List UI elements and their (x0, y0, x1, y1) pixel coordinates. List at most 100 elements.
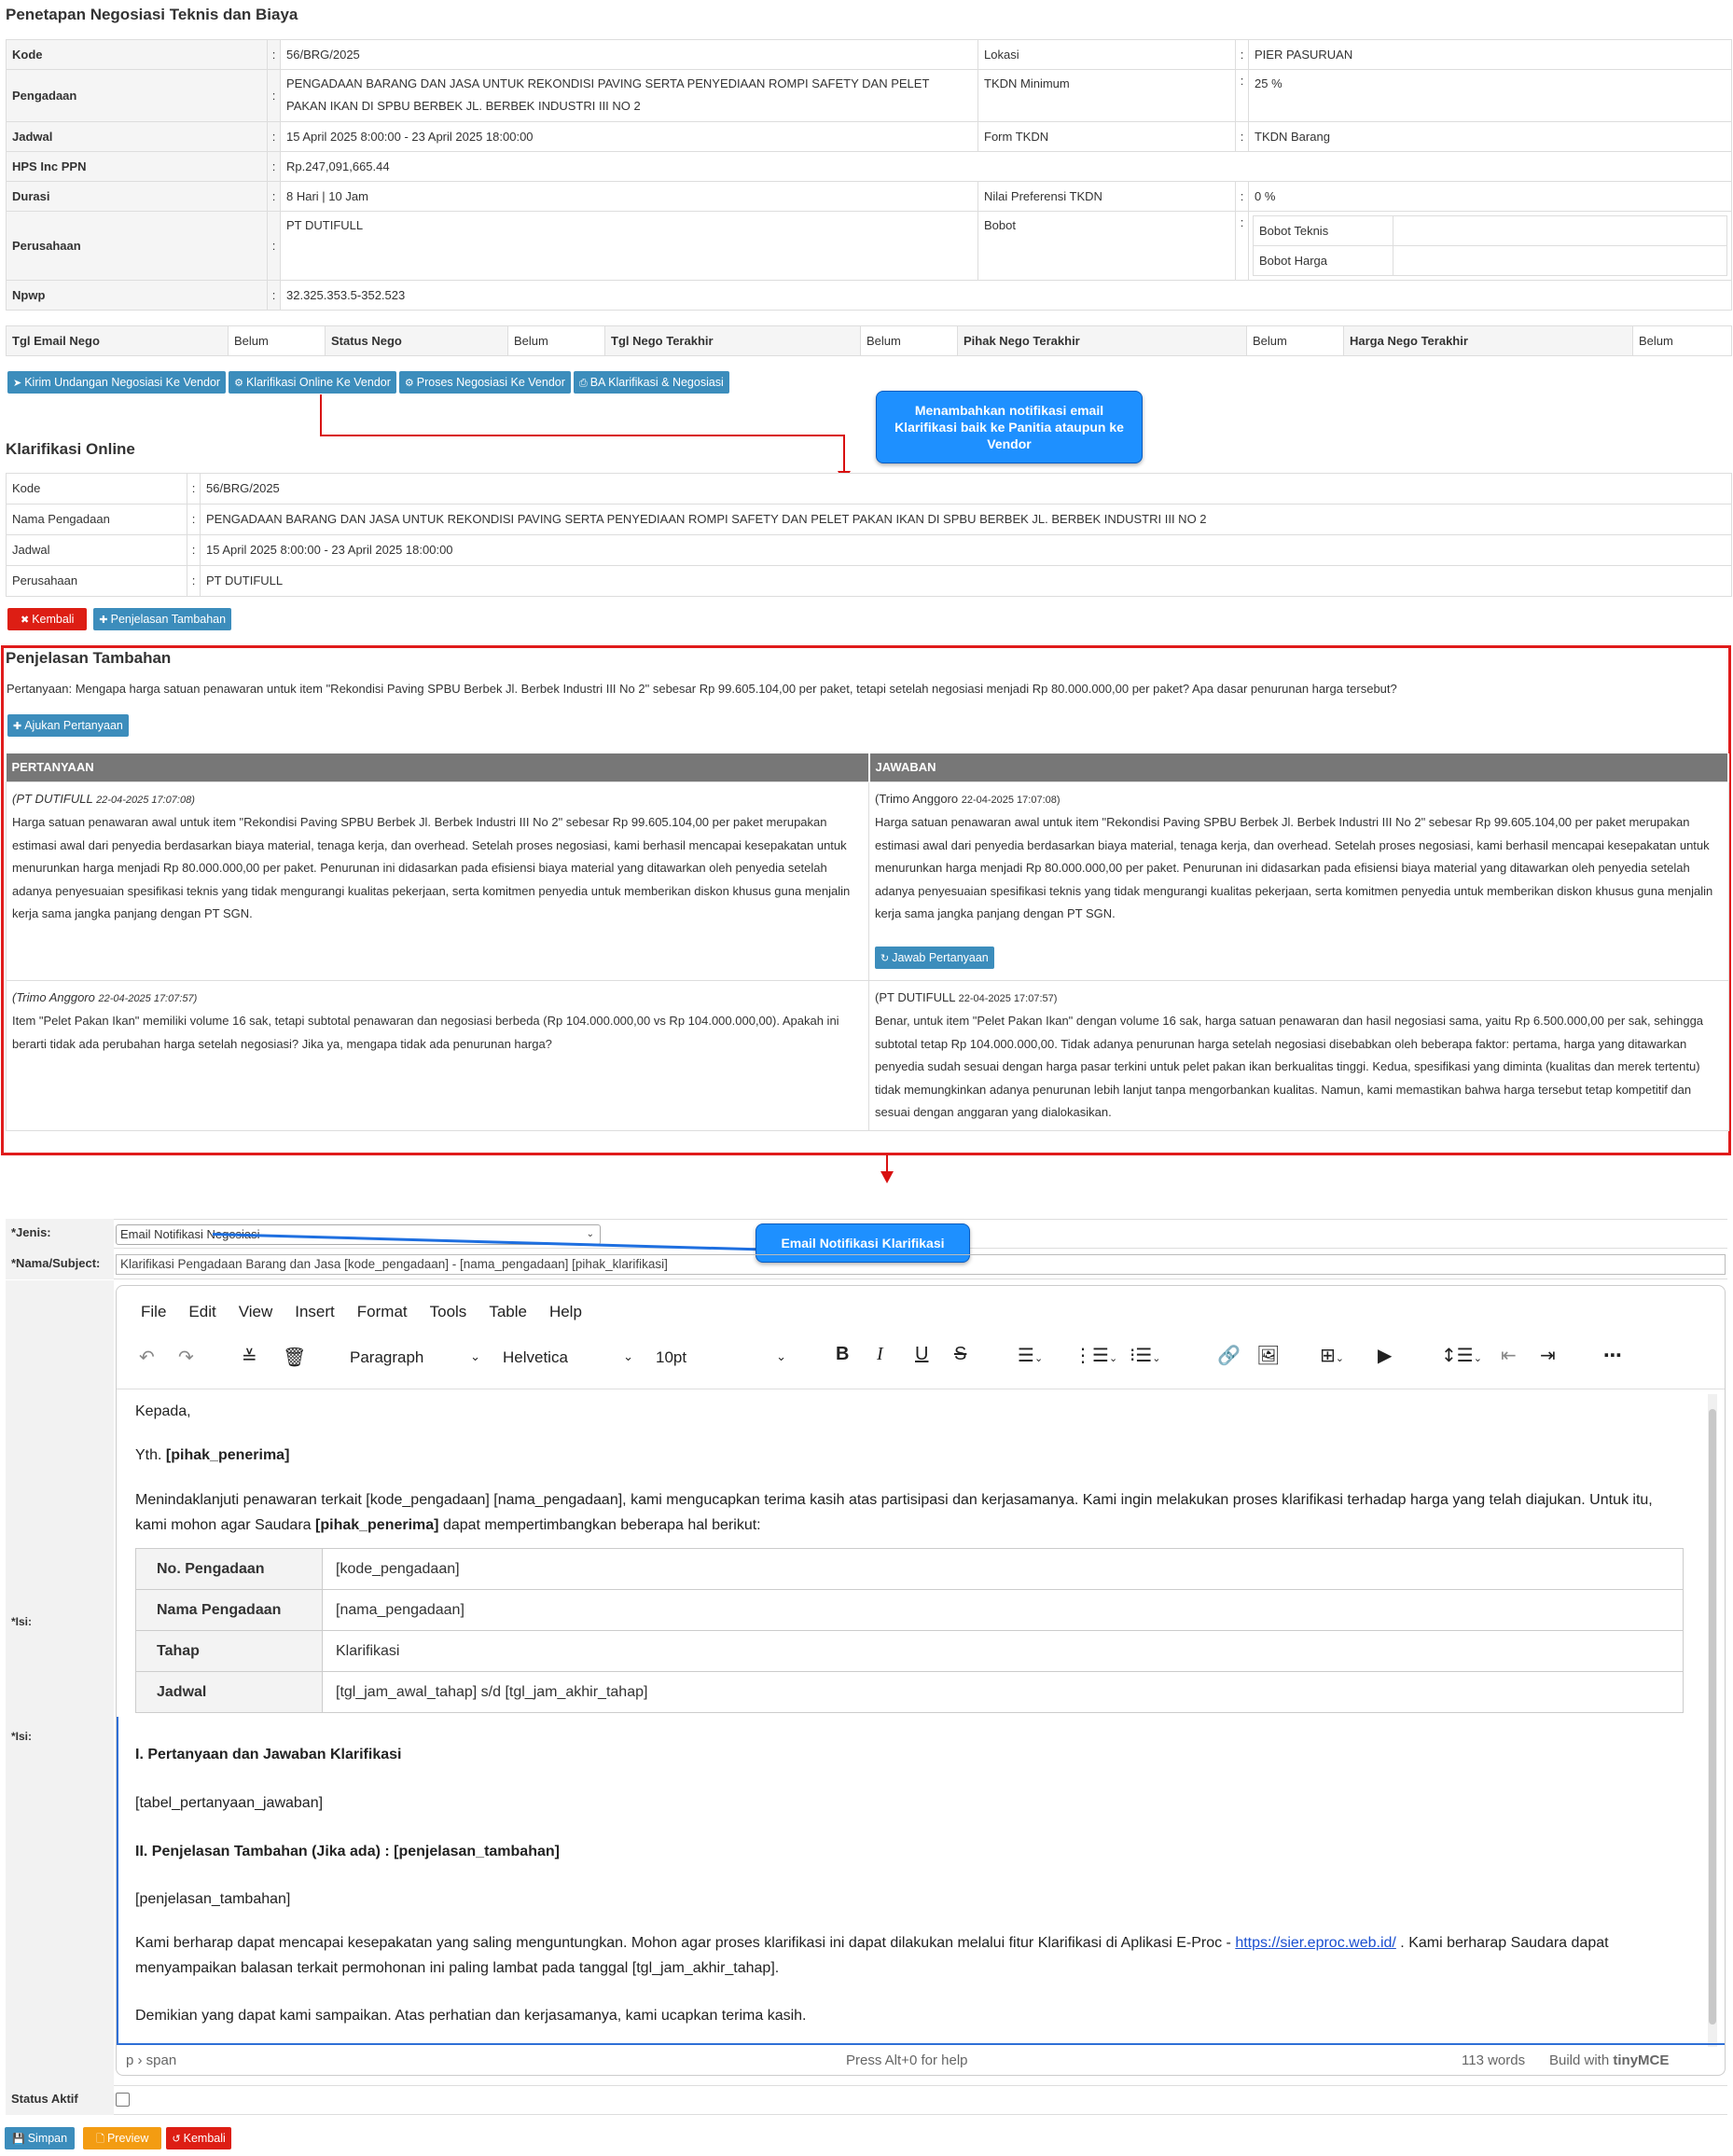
word-count: 113 words (1462, 2052, 1526, 2068)
editor-help-hint: Press Alt+0 for help (846, 2052, 968, 2068)
page-title: Penetapan Negosiasi Teknis dan Biaya (6, 6, 298, 23)
npwp-label: Npwp (6, 280, 268, 311)
outdent-icon[interactable]: ⇤ (1501, 1344, 1517, 1366)
chevron-down-icon: ⌄ (586, 1229, 594, 1239)
perusahaan-value: PT DUTIFULL (280, 211, 978, 281)
ba-klarifikasi-button[interactable]: ⎙ BA Klarifikasi & Negosiasi (573, 371, 729, 394)
bobot-label: Bobot (977, 211, 1236, 281)
kirim-undangan-button[interactable]: ➤ Kirim Undangan Negosiasi Ke Vendor (7, 371, 227, 394)
table-row: (Trimo Anggoro 22-04-2025 17:07:57) Item … (6, 979, 1729, 1131)
simpan-button[interactable]: 💾 Simpan (5, 2127, 76, 2149)
bold-icon[interactable]: B (836, 1344, 849, 1365)
penjelasan-section: Penjelasan Tambahan Pertanyaan: Mengapa … (1, 645, 1731, 1155)
italic-icon[interactable]: I (877, 1344, 883, 1365)
qa-table: PERTANYAAN JAWABAN (PT DUTIFULL 22-04-202… (6, 753, 1729, 1131)
penjelasan-title: Penjelasan Tambahan (6, 649, 172, 667)
line-height-icon[interactable]: ↕☰⌄ (1441, 1344, 1482, 1366)
media-icon[interactable]: ▶ (1378, 1344, 1392, 1366)
menu-tools[interactable]: Tools (430, 1303, 467, 1321)
menu-edit[interactable]: Edit (188, 1303, 215, 1321)
menu-view[interactable]: View (239, 1303, 273, 1321)
font-family-select[interactable]: Helvetica ⌄ (493, 1343, 641, 1373)
menu-help[interactable]: Help (549, 1303, 582, 1321)
lokasi-label: Lokasi (977, 39, 1236, 70)
font-size-select[interactable]: 10pt ⌄ (646, 1343, 794, 1373)
editor-menubar: File Edit View Insert Format Tools Table Help (141, 1303, 604, 1321)
lokasi-value: PIER PASURUAN (1248, 39, 1732, 70)
nilai-pref-label: Nilai Preferensi TKDN (977, 181, 1236, 212)
klarifikasi-table: Kode:56/BRG/2025 Nama Pengadaan: PENGADAA… (6, 473, 1732, 597)
tgl-email-nego-label: Tgl Email Nego (6, 325, 229, 356)
pertanyaan-text: Pertanyaan: Mengapa harga satuan penawar… (7, 682, 1397, 696)
col-pertanyaan: PERTANYAAN (6, 753, 870, 781)
action-buttons: ➤ Kirim Undangan Negosiasi Ke Vendor ⚙ Klar… (7, 371, 732, 394)
refresh-icon: ↻ (880, 951, 890, 964)
hps-label: HPS Inc PPN (6, 151, 268, 182)
kembali-button[interactable]: ✖ Kembali (7, 608, 88, 630)
undo-icon[interactable]: ↶ (139, 1346, 155, 1368)
npwp-value: 32.325.353.5-352.523 (280, 280, 1732, 311)
indent-icon[interactable]: ⇥ (1540, 1344, 1556, 1366)
pihak-nego-terakhir-value: Belum (1246, 325, 1344, 356)
chevron-down-icon: ⌄ (623, 1350, 633, 1364)
klarifikasi-online-button[interactable]: ⚙ Klarifikasi Online Ke Vendor (229, 371, 396, 394)
callout-email-notifikasi: Menambahkan notifikasi email Klarifikasi… (876, 391, 1143, 463)
kode-label: Kode (6, 39, 268, 70)
status-row: Tgl Email Nego Belum Status Nego Belum Tgl… (6, 325, 1732, 356)
build-with: Build with tinyMCE (1549, 2052, 1670, 2068)
trash-icon[interactable]: 🗑 (283, 1346, 306, 1368)
subject-input[interactable]: Klarifikasi Pengadaan Barang dan Jasa [k… (116, 1254, 1726, 1275)
save-icon: 💾 (12, 2133, 25, 2145)
form-tkdn-label: Form TKDN (977, 121, 1236, 152)
tinymce-logo: tinyMCE (1613, 2052, 1670, 2068)
close-icon: ✖ (21, 614, 30, 626)
redo-icon[interactable]: ↷ (178, 1346, 194, 1368)
form-kembali-button[interactable]: ↺ Kembali (166, 2127, 231, 2149)
editor-path: p › span (126, 2052, 177, 2068)
pengadaan-value: PENGADAAN BARANG DAN JASA UNTUK REKONDIS… (280, 69, 978, 122)
numbered-list-icon[interactable]: ⋮☰⌄ (1074, 1344, 1117, 1366)
image-icon[interactable]: 🖼 (1256, 1344, 1280, 1366)
chevron-down-icon: ⌄ (776, 1350, 786, 1364)
harga-nego-terakhir-label: Harga Nego Terakhir (1343, 325, 1633, 356)
menu-format[interactable]: Format (357, 1303, 408, 1321)
menu-file[interactable]: File (141, 1303, 166, 1321)
nilai-pref-value: 0 % (1248, 181, 1732, 212)
durasi-label: Durasi (6, 181, 268, 212)
underline-icon[interactable]: U (915, 1344, 928, 1365)
block-format-select[interactable]: Paragraph ⌄ (340, 1343, 488, 1373)
rich-text-editor: File Edit View Insert Format Tools Table Help ↶… (116, 1285, 1726, 2076)
jadwal-value: 15 April 2025 8:00:00 - 23 April 2025 18… (280, 121, 978, 152)
jawab-pertanyaan-button[interactable]: ↻ Jawab Pertanyaan (875, 946, 994, 969)
paper-plane-icon: ➤ (13, 377, 22, 389)
link-icon[interactable]: 🔗 (1217, 1344, 1241, 1366)
strikethrough-icon[interactable]: S (954, 1344, 966, 1365)
chevron-down-icon: ⌄ (470, 1350, 480, 1364)
pengadaan-label: Pengadaan (6, 69, 268, 122)
tgl-nego-terakhir-value: Belum (860, 325, 958, 356)
tgl-nego-terakhir-label: Tgl Nego Terakhir (604, 325, 861, 356)
plus-icon: ✚ (99, 614, 108, 626)
status-aktif-label: Status Aktif (6, 2085, 114, 2115)
align-icon[interactable]: ☰⌄ (1018, 1344, 1043, 1366)
harga-nego-terakhir-value: Belum (1632, 325, 1732, 356)
format-painter-icon[interactable]: ≚ (242, 1346, 257, 1368)
isi-label-2: *Isi: (11, 1730, 33, 1743)
table-icon[interactable]: ⊞⌄ (1320, 1344, 1344, 1366)
plus-icon: ✚ (13, 720, 22, 732)
penjelasan-tambahan-button[interactable]: ✚ Penjelasan Tambahan (93, 608, 232, 630)
menu-table[interactable]: Table (489, 1303, 527, 1321)
subject-label: *Nama/Subject: (6, 1250, 114, 1279)
klarifikasi-title: Klarifikasi Online (6, 440, 135, 458)
back-icon: ↺ (172, 2133, 181, 2145)
menu-insert[interactable]: Insert (295, 1303, 335, 1321)
tkdn-min-label: TKDN Minimum (977, 69, 1236, 122)
status-aktif-checkbox[interactable] (116, 2093, 130, 2107)
ajukan-pertanyaan-button[interactable]: ✚ Ajukan Pertanyaan (7, 714, 129, 737)
hps-value: Rp.247,091,665.44 (280, 151, 1732, 182)
editor-info-table: No. Pengadaan [kode_pengadaan] Nama Penga… (135, 1548, 1684, 1713)
bullet-list-icon[interactable]: ⁝☰⌄ (1130, 1344, 1161, 1366)
more-icon[interactable]: ⋯ (1603, 1344, 1622, 1366)
preview-button[interactable]: 🗋 Preview (83, 2127, 162, 2149)
proses-negosiasi-button[interactable]: ⚙ Proses Negosiasi Ke Vendor (398, 371, 571, 394)
